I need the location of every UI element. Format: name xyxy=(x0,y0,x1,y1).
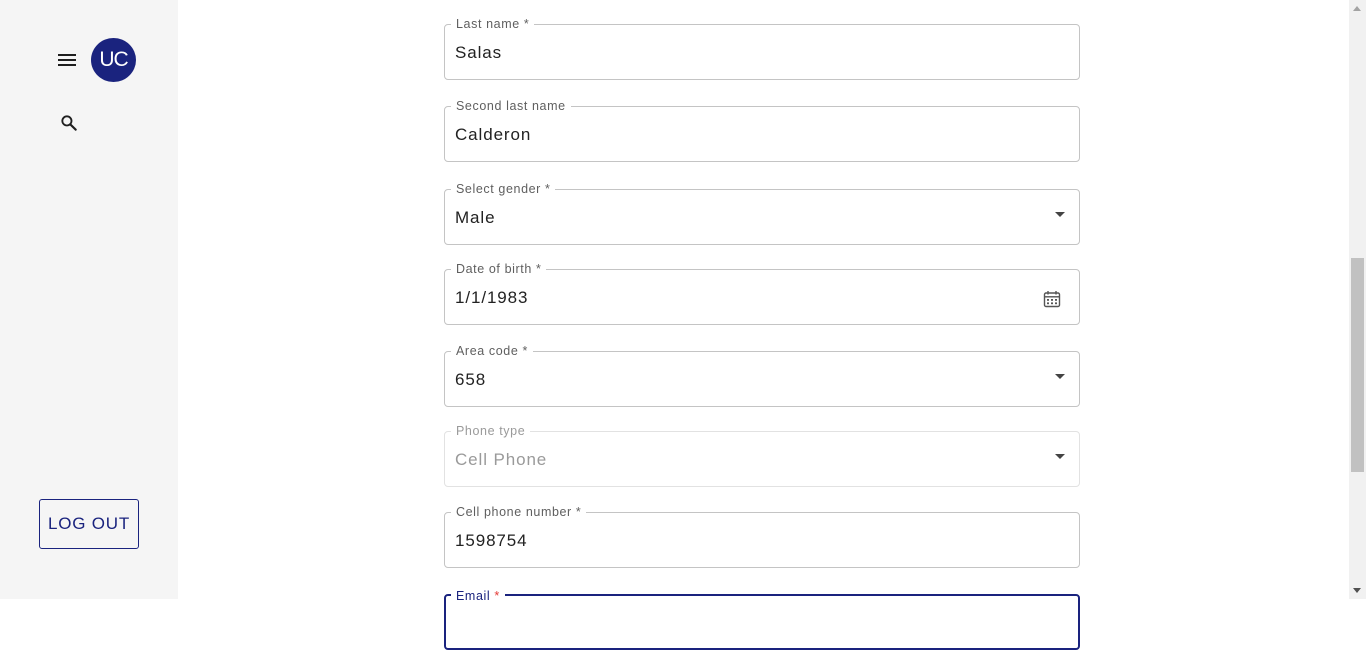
vertical-scrollbar[interactable] xyxy=(1349,0,1366,599)
scroll-up-arrow-icon[interactable] xyxy=(1353,6,1361,11)
area-code-value: 658 xyxy=(455,370,487,389)
date-of-birth-label: Date of birth * xyxy=(451,262,547,276)
second-last-name-label: Second last name xyxy=(451,99,571,113)
phone-type-select: Phone type Cell Phone xyxy=(444,424,1080,487)
sidebar: UC LOG OUT xyxy=(0,0,178,599)
cell-phone-number-field[interactable]: Cell phone number * 1598754 xyxy=(444,505,1080,568)
scroll-down-arrow-icon[interactable] xyxy=(1353,588,1361,593)
area-code-label: Area code * xyxy=(451,344,533,358)
email-field[interactable]: Email * xyxy=(444,589,1080,650)
last-name-label: Last name * xyxy=(451,17,535,31)
last-name-value: Salas xyxy=(455,43,503,62)
second-last-name-field[interactable]: Second last name Calderon xyxy=(444,99,1080,162)
second-last-name-value: Calderon xyxy=(455,125,532,144)
menu-bar xyxy=(58,64,76,66)
gender-value: Male xyxy=(455,208,496,227)
menu-bar xyxy=(58,54,76,56)
area-code-select[interactable]: Area code * 658 xyxy=(444,344,1080,407)
email-label: Email * xyxy=(451,589,505,603)
chevron-down-icon xyxy=(1055,454,1065,459)
calendar-icon[interactable] xyxy=(1043,290,1061,308)
phone-type-label: Phone type xyxy=(451,424,531,438)
hamburger-menu-icon[interactable] xyxy=(55,48,79,72)
logout-button[interactable]: LOG OUT xyxy=(39,499,139,549)
phone-type-value: Cell Phone xyxy=(455,450,548,469)
search-icon[interactable] xyxy=(59,113,79,133)
date-of-birth-field[interactable]: Date of birth * 1/1/1983 xyxy=(444,262,1080,325)
date-of-birth-value: 1/1/1983 xyxy=(455,288,529,307)
gender-select[interactable]: Select gender * Male xyxy=(444,182,1080,245)
chevron-down-icon[interactable] xyxy=(1055,212,1065,217)
scrollbar-thumb[interactable] xyxy=(1351,258,1364,472)
last-name-field[interactable]: Last name * Salas xyxy=(444,17,1080,80)
cell-phone-number-value: 1598754 xyxy=(455,531,528,550)
avatar[interactable]: UC xyxy=(91,38,136,82)
menu-bar xyxy=(58,59,76,61)
cell-phone-number-label: Cell phone number * xyxy=(451,505,587,519)
chevron-down-icon[interactable] xyxy=(1055,374,1065,379)
gender-label: Select gender * xyxy=(451,182,556,196)
